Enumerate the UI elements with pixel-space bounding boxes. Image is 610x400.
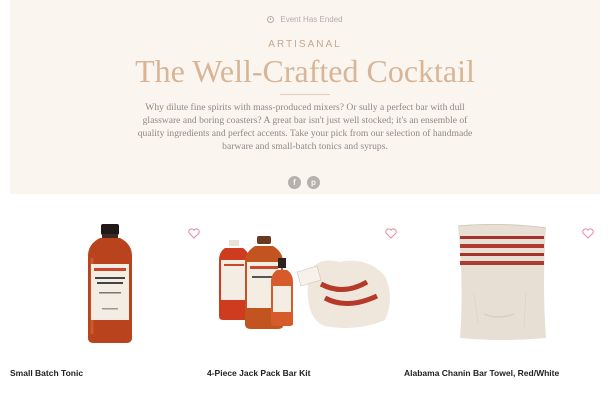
product-card-bar-towel[interactable]: Alabama Chanin Bar Towel, Red/White <box>404 222 600 392</box>
title-divider <box>280 94 330 95</box>
product-name[interactable]: Small Batch Tonic <box>10 368 83 378</box>
facebook-share-icon[interactable]: f <box>288 176 301 189</box>
clock-icon <box>267 16 275 23</box>
share-buttons: fp <box>288 172 326 190</box>
event-status: Event Has Ended <box>10 15 600 24</box>
product-name[interactable]: 4-Piece Jack Pack Bar Kit <box>207 368 310 378</box>
event-description: Why dilute fine spirits with mass-produc… <box>137 102 473 152</box>
product-image-bar-kit[interactable] <box>217 234 393 332</box>
event-eyebrow: ARTISANAL <box>268 39 342 50</box>
pinterest-share-icon[interactable]: p <box>307 176 320 189</box>
product-name[interactable]: Alabama Chanin Bar Towel, Red/White <box>404 368 559 378</box>
heart-icon[interactable] <box>582 228 594 239</box>
event-status-text: Event Has Ended <box>280 15 343 24</box>
event-hero: Event Has Ended ARTISANAL The Well-Craft… <box>10 0 600 194</box>
product-image-tonic-bottle[interactable] <box>80 222 140 344</box>
product-card-small-batch-tonic[interactable]: Small Batch Tonic <box>10 222 206 392</box>
event-title: The Well-Crafted Cocktail <box>135 53 475 89</box>
product-image-towel[interactable] <box>454 224 550 342</box>
product-card-jack-pack[interactable]: 4-Piece Jack Pack Bar Kit <box>207 222 403 392</box>
heart-icon[interactable] <box>188 228 200 239</box>
